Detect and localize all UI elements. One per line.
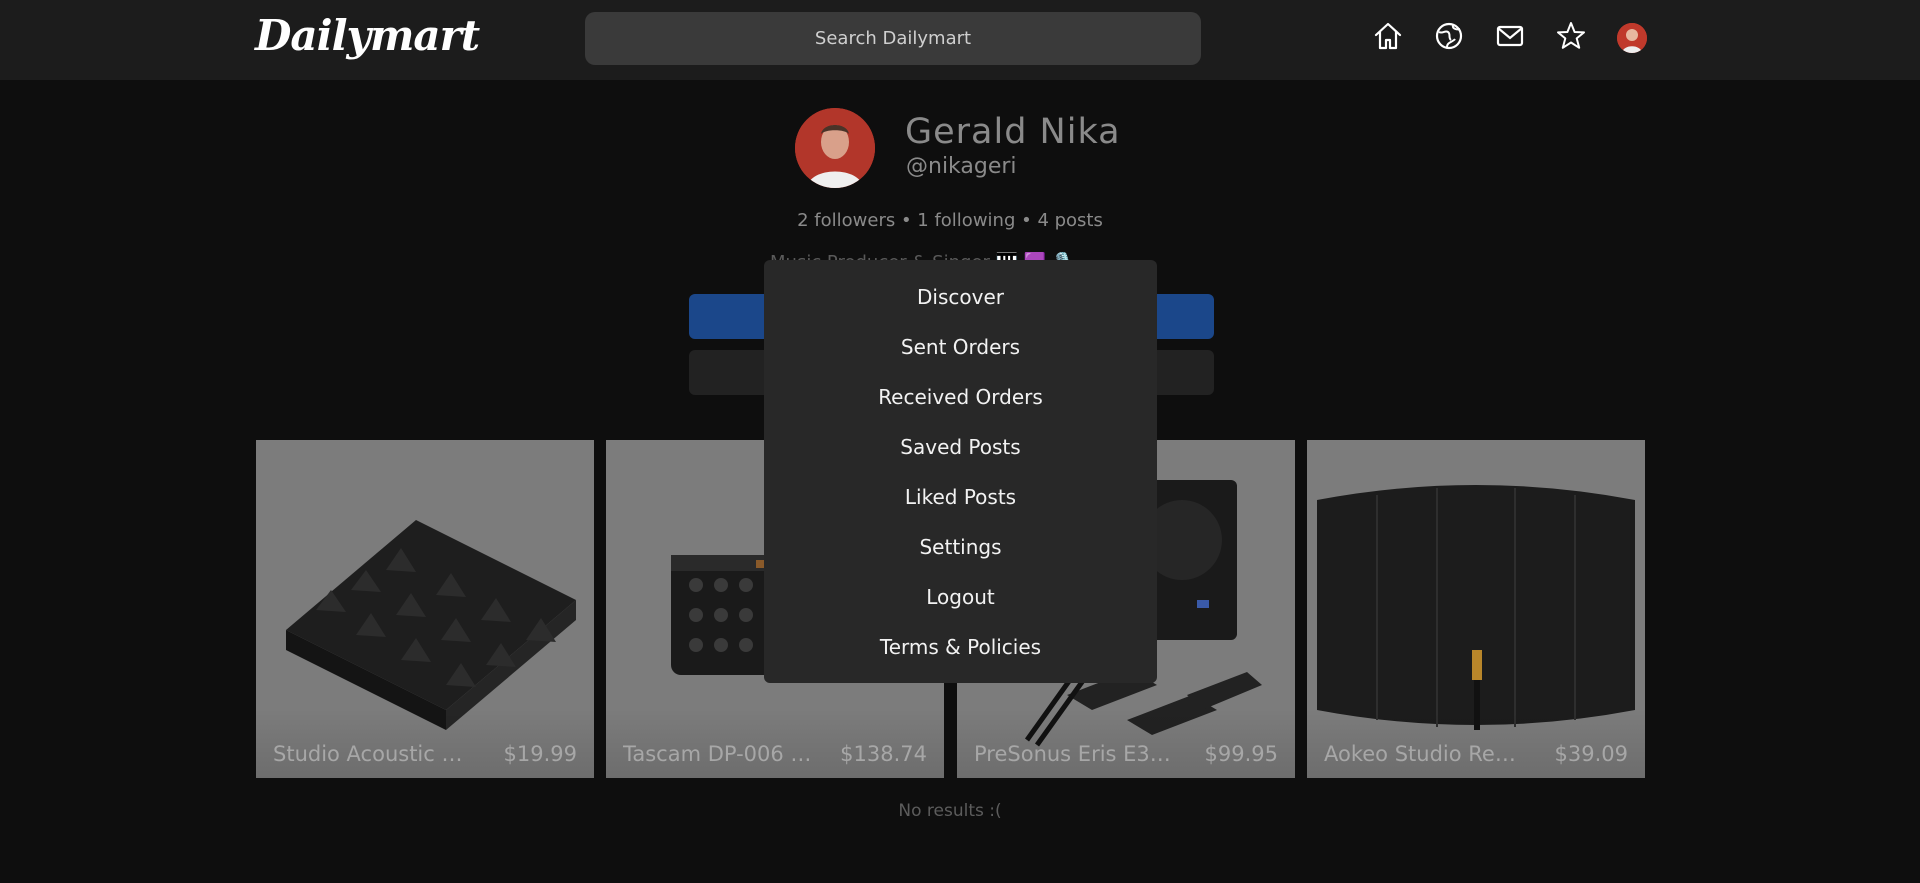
- home-icon[interactable]: [1372, 20, 1404, 52]
- product-card[interactable]: Aokeo Studio Recor... $39.09: [1307, 440, 1645, 778]
- search-input[interactable]: [585, 12, 1201, 65]
- menu-item-terms[interactable]: Terms & Policies: [764, 627, 1157, 667]
- product-title: Studio Acoustic Foa...: [273, 742, 473, 766]
- product-title: Tascam DP-006 6-T...: [623, 742, 823, 766]
- product-price: $138.74: [840, 742, 927, 766]
- menu-item-logout[interactable]: Logout: [764, 577, 1157, 617]
- profile-name: Gerald Nika: [905, 112, 1121, 152]
- logo[interactable]: Dailymart: [255, 6, 480, 66]
- menu-item-settings[interactable]: Settings: [764, 527, 1157, 567]
- product-price: $19.99: [503, 742, 577, 766]
- mail-icon[interactable]: [1494, 20, 1526, 52]
- avatar[interactable]: [1617, 23, 1647, 53]
- product-title: Aokeo Studio Recor...: [1324, 742, 1524, 766]
- profile-avatar: [795, 108, 875, 188]
- menu-item-saved-posts[interactable]: Saved Posts: [764, 427, 1157, 467]
- profile-dropdown-menu: Discover Sent Orders Received Orders Sav…: [764, 260, 1157, 683]
- profile-handle: @nikageri: [906, 154, 1017, 179]
- menu-item-discover[interactable]: Discover: [764, 277, 1157, 317]
- profile-stats: 2 followers • 1 following • 4 posts: [797, 210, 1103, 231]
- product-title: PreSonus Eris E3.5-...: [974, 742, 1174, 766]
- menu-item-sent-orders[interactable]: Sent Orders: [764, 327, 1157, 367]
- no-results-text: No results :(: [898, 801, 1002, 821]
- product-card[interactable]: Studio Acoustic Foa... $19.99: [256, 440, 594, 778]
- menu-item-received-orders[interactable]: Received Orders: [764, 377, 1157, 417]
- menu-item-liked-posts[interactable]: Liked Posts: [764, 477, 1157, 517]
- product-price: $99.95: [1204, 742, 1278, 766]
- top-bar: Dailymart: [0, 0, 1920, 80]
- star-icon[interactable]: [1555, 20, 1587, 52]
- globe-icon[interactable]: [1433, 20, 1465, 52]
- product-price: $39.09: [1554, 742, 1628, 766]
